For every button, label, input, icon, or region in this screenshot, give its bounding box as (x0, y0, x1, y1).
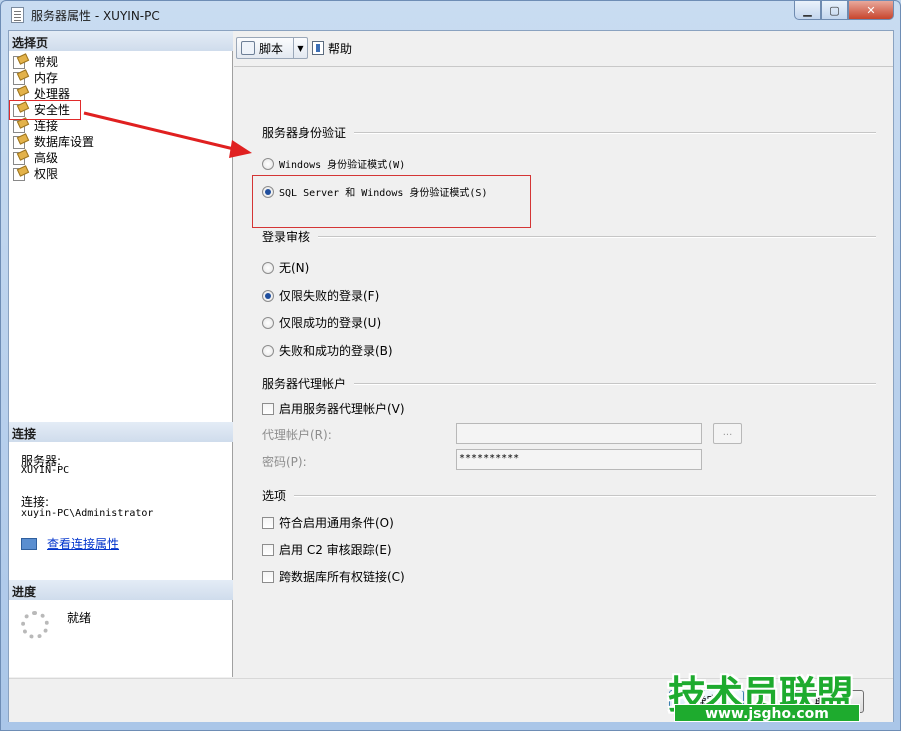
options-group-title: 选项 (262, 487, 876, 504)
page-item-processor[interactable]: 处理器 (13, 85, 94, 101)
page-item-memory[interactable]: 内存 (13, 69, 94, 85)
watermark-logo: 技术员联盟 www.jsgho.com (668, 664, 862, 724)
view-connection-properties-label: 查看连接属性 (47, 537, 120, 551)
script-dropdown-arrow[interactable]: ▼ (293, 38, 307, 58)
radio-indicator (262, 344, 274, 357)
page-item-permissions[interactable]: 权限 (13, 165, 94, 181)
page-item-advanced[interactable]: 高级 (13, 149, 94, 165)
proxy-group-title: 服务器代理帐户 (262, 375, 876, 392)
right-panel: 脚本 ▼ 帮助 服务器身份验证 Windows 身份验证模式(W) SQL Se… (234, 31, 893, 677)
connection-properties-icon (21, 537, 37, 550)
server-value: XUYIN-PC (21, 465, 70, 476)
connection-value: xuyin-PC\Administrator (21, 508, 154, 519)
common-criteria-checkbox[interactable]: 符合启用通用条件(O) (262, 514, 394, 531)
checkbox-box (262, 570, 274, 583)
page-wrench-icon (13, 119, 27, 133)
auth-windows-radio[interactable]: Windows 身份验证模式(W) (262, 156, 405, 171)
progress-status: 就绪 (67, 611, 92, 625)
close-button[interactable]: ✕ (848, 1, 894, 20)
proxy-account-label: 代理帐户(R): (262, 428, 332, 442)
page-wrench-icon (13, 135, 27, 149)
audit-group-title: 登录审核 (262, 228, 876, 245)
mixed-mode-highlight-box (252, 175, 531, 228)
audit-both-label: 失败和成功的登录(B) (279, 344, 393, 358)
document-icon (11, 7, 24, 23)
c2-audit-label: 启用 C2 审核跟踪(E) (279, 543, 392, 557)
cross-db-chaining-checkbox[interactable]: 跨数据库所有权链接(C) (262, 568, 405, 585)
audit-failed-radio[interactable]: 仅限失败的登录(F) (262, 287, 379, 304)
proxy-enable-label: 启用服务器代理帐户(V) (279, 402, 405, 416)
script-label: 脚本 (259, 41, 284, 56)
help-label: 帮助 (328, 41, 353, 56)
progress-header: 进度 (9, 580, 233, 600)
minimize-button[interactable]: ▁ (794, 1, 821, 20)
page-label: 高级 (34, 150, 59, 165)
help-icon (312, 41, 324, 55)
audit-none-label: 无(N) (279, 261, 310, 275)
audit-success-label: 仅限成功的登录(U) (279, 316, 382, 330)
options-group-label: 选项 (262, 489, 287, 503)
dialog-client: 选择页 常规 内存 处理器 安全性 连接 数据库设置 高级 权限 连接 服务器:… (8, 30, 894, 722)
left-panel: 选择页 常规 内存 处理器 安全性 连接 数据库设置 高级 权限 连接 服务器:… (9, 31, 233, 677)
page-wrench-icon (13, 55, 27, 69)
page-label: 数据库设置 (34, 134, 95, 149)
checkbox-box (262, 543, 274, 556)
browse-proxy-button[interactable]: ... (713, 423, 742, 444)
page-label: 内存 (34, 70, 59, 85)
window-title: 服务器属性 - XUYIN-PC (31, 9, 160, 23)
page-item-database-settings[interactable]: 数据库设置 (13, 133, 94, 149)
select-page-header: 选择页 (9, 31, 233, 51)
audit-none-radio[interactable]: 无(N) (262, 259, 309, 276)
maximize-button[interactable]: ▢ (821, 1, 848, 20)
audit-group-label: 登录审核 (262, 230, 311, 244)
auth-group-title: 服务器身份验证 (262, 124, 876, 141)
page-wrench-icon (13, 167, 27, 181)
page-label: 常规 (34, 54, 59, 69)
proxy-group-label: 服务器代理帐户 (262, 377, 347, 391)
window-controls: ▁ ▢ ✕ (794, 1, 894, 20)
view-connection-properties-link[interactable]: 查看连接属性 (21, 535, 119, 552)
proxy-enable-checkbox[interactable]: 启用服务器代理帐户(V) (262, 400, 405, 417)
script-button[interactable]: 脚本 ▼ (236, 37, 308, 59)
checkbox-box (262, 516, 274, 529)
security-highlight-box (9, 100, 81, 120)
common-criteria-label: 符合启用通用条件(O) (279, 516, 394, 530)
page-label: 处理器 (34, 86, 71, 101)
auth-group-label: 服务器身份验证 (262, 126, 347, 140)
radio-indicator-selected (262, 289, 274, 302)
password-input[interactable]: ********** (456, 449, 702, 470)
title-bar[interactable]: 服务器属性 - XUYIN-PC ▁ ▢ ✕ (1, 1, 900, 29)
password-label: 密码(P): (262, 455, 307, 469)
page-wrench-icon (13, 87, 27, 101)
connection-header: 连接 (9, 422, 233, 442)
audit-failed-label: 仅限失败的登录(F) (279, 289, 380, 303)
page-wrench-icon (13, 71, 27, 85)
audit-success-radio[interactable]: 仅限成功的登录(U) (262, 314, 381, 331)
cross-db-chaining-label: 跨数据库所有权链接(C) (279, 570, 405, 584)
proxy-account-input[interactable] (456, 423, 702, 444)
page-item-general[interactable]: 常规 (13, 53, 94, 69)
radio-indicator (262, 157, 274, 170)
page-label: 权限 (34, 166, 59, 181)
radio-indicator (262, 261, 274, 274)
progress-spinner-icon (21, 611, 49, 639)
watermark-url: www.jsgho.com (674, 704, 860, 722)
page-wrench-icon (13, 151, 27, 165)
toolbar: 脚本 ▼ 帮助 (234, 31, 893, 67)
audit-both-radio[interactable]: 失败和成功的登录(B) (262, 342, 393, 359)
auth-windows-label: Windows 身份验证模式(W) (279, 160, 406, 171)
help-button[interactable]: 帮助 (312, 37, 352, 59)
checkbox-box (262, 402, 274, 415)
c2-audit-checkbox[interactable]: 启用 C2 审核跟踪(E) (262, 541, 392, 558)
security-form: 服务器身份验证 Windows 身份验证模式(W) SQL Server 和 W… (234, 68, 893, 677)
script-icon (241, 41, 255, 55)
radio-indicator (262, 316, 274, 329)
properties-window: 服务器属性 - XUYIN-PC ▁ ▢ ✕ 选择页 常规 内存 处理器 安全性… (0, 0, 901, 731)
